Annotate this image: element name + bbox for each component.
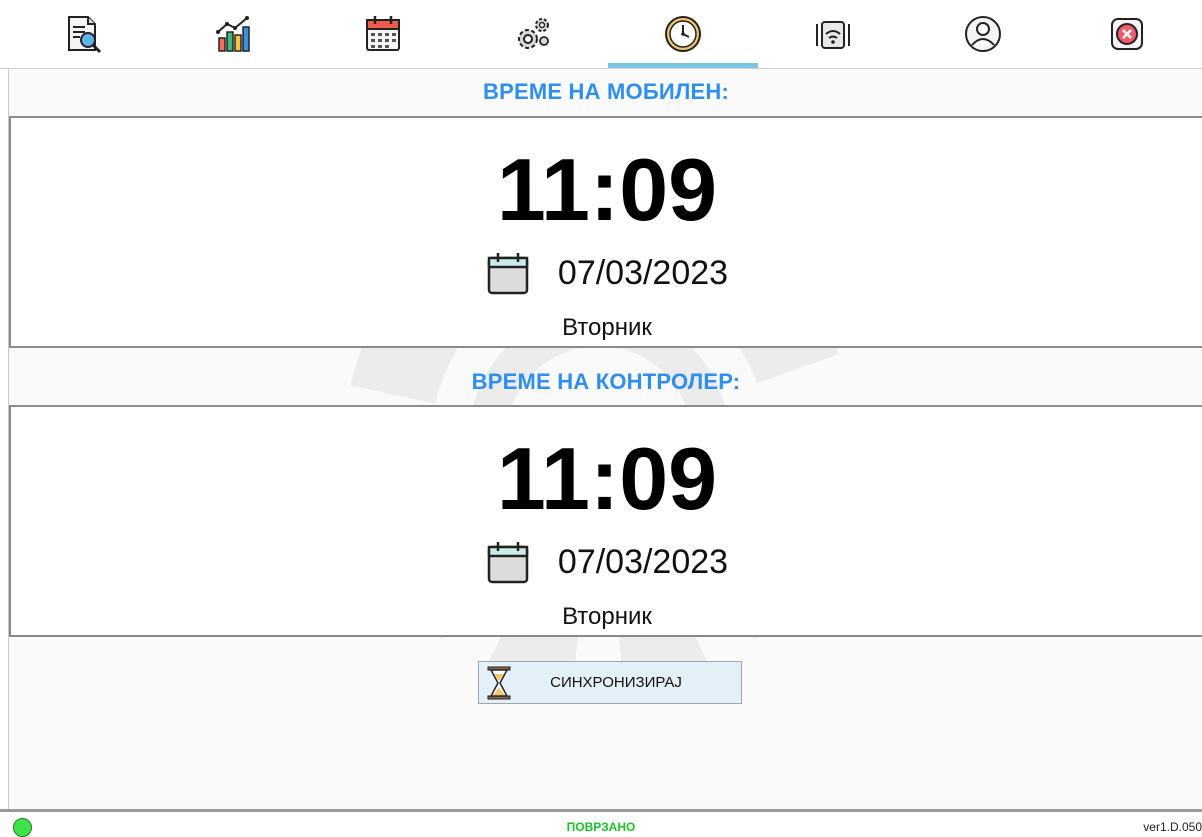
user-icon bbox=[965, 16, 1001, 52]
status-bar: ПОВРЗАНО ver1.D.050 bbox=[0, 809, 1202, 837]
calendar-icon bbox=[487, 542, 529, 584]
mobile-day-value: Вторник bbox=[562, 314, 652, 341]
hourglass-icon bbox=[487, 666, 511, 699]
chart-icon bbox=[216, 16, 250, 52]
tab-statistics[interactable] bbox=[158, 0, 308, 68]
mobile-time-title: ВРЕМЕ НА МОБИЛЕН: bbox=[482, 79, 730, 104]
mobile-date-value: 07/03/2023 bbox=[557, 253, 729, 292]
calendar-icon bbox=[366, 16, 400, 51]
gears-icon bbox=[518, 18, 549, 49]
wireless-device-icon bbox=[816, 21, 850, 49]
mobile-time-panel: 11:09 07/03/2023 Вторник bbox=[9, 116, 1202, 348]
top-toolbar bbox=[0, 0, 1202, 69]
controller-time-panel: 11:09 07/03/2023 Вторник bbox=[9, 405, 1202, 637]
sync-button[interactable]: СИНХРОНИЗИРАЈ bbox=[478, 661, 742, 704]
main-content: ВРЕМЕ НА МОБИЛЕН: 11:09 07/03/2023 Вторн… bbox=[8, 69, 1202, 809]
sync-button-label: СИНХРОНИЗИРАЈ bbox=[550, 674, 682, 691]
version-label: ver1.D.050 bbox=[1143, 820, 1202, 834]
tab-time[interactable] bbox=[608, 0, 758, 68]
calendar-icon bbox=[487, 253, 529, 295]
tab-user[interactable] bbox=[908, 0, 1058, 68]
connection-status: ПОВРЗАНО bbox=[566, 820, 636, 834]
tab-settings[interactable] bbox=[458, 0, 608, 68]
close-icon bbox=[1111, 18, 1143, 50]
clock-icon bbox=[665, 16, 701, 52]
report-search-icon bbox=[68, 16, 102, 54]
controller-day-value: Вторник bbox=[562, 603, 652, 630]
controller-time-title: ВРЕМЕ НА КОНТРОЛЕР: bbox=[471, 369, 741, 394]
tab-calendar[interactable] bbox=[308, 0, 458, 68]
controller-time-value: 11:09 bbox=[496, 429, 718, 528]
tab-device[interactable] bbox=[758, 0, 908, 68]
controller-date-value: 07/03/2023 bbox=[557, 542, 729, 581]
mobile-time-value: 11:09 bbox=[496, 140, 718, 239]
tab-reports[interactable] bbox=[8, 0, 158, 68]
tab-exit[interactable] bbox=[1052, 0, 1202, 68]
